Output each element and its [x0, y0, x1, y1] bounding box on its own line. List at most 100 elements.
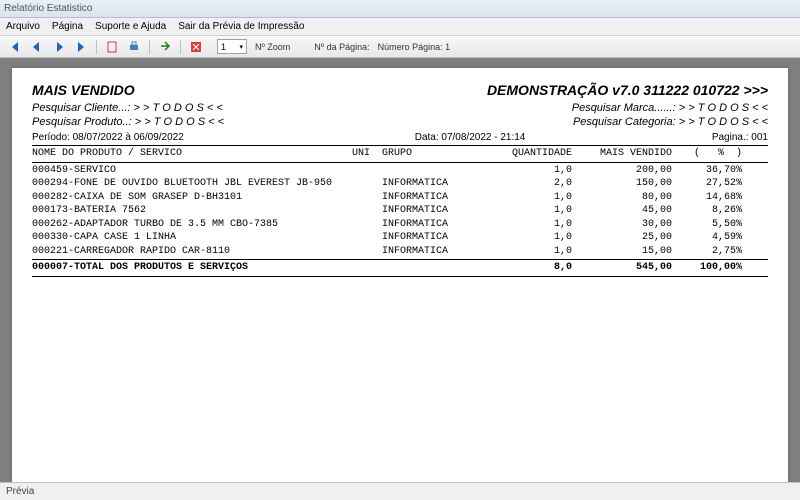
cell-group	[382, 164, 482, 178]
datetime-text: Data: 07/08/2022 - 21:14	[415, 132, 651, 143]
cell-pct: 27,52%	[672, 177, 742, 191]
cell-group: INFORMATICA	[382, 245, 482, 259]
total-qty: 8,0	[482, 261, 572, 275]
table-row: 000282-CAIXA DE SOM GRASEP D-BH3101 INFOR…	[32, 191, 768, 205]
divider	[32, 162, 768, 163]
cell-group: INFORMATICA	[382, 204, 482, 218]
divider	[32, 259, 768, 260]
col-pct: ( % )	[672, 147, 742, 161]
cell-product: 000221-CARREGADOR RAPIDO CAR-8110	[32, 245, 352, 259]
cell-qty: 1,0	[482, 218, 572, 232]
cell-qty: 1,0	[482, 231, 572, 245]
menu-sair[interactable]: Sair da Prévia de Impressão	[178, 21, 304, 32]
table-row: 000294-FONE DE OUVIDO BLUETOOTH JBL EVER…	[32, 177, 768, 191]
status-label: Prévia	[6, 486, 34, 497]
toolbar-separator	[149, 40, 150, 54]
zoom-value: 1	[221, 42, 226, 52]
cell-value: 150,00	[572, 177, 672, 191]
table-body: 000459-SERVICO1,0200,0036,70%000294-FONE…	[32, 164, 768, 259]
table-row: 000459-SERVICO 1,0200,0036,70%	[32, 164, 768, 178]
cell-qty: 1,0	[482, 191, 572, 205]
col-product: NOME DO PRODUTO / SERVICO	[32, 147, 352, 161]
zoom-input[interactable]: 1▾	[217, 39, 247, 54]
cell-group: INFORMATICA	[382, 231, 482, 245]
cell-value: 25,00	[572, 231, 672, 245]
divider	[32, 276, 768, 277]
cell-product: 000262-ADAPTADOR TURBO DE 3.5 MM CBO-738…	[32, 218, 352, 232]
cell-pct: 5,50%	[672, 218, 742, 232]
report-title: MAIS VENDIDO	[32, 82, 135, 98]
cell-qty: 2,0	[482, 177, 572, 191]
status-bar: Prévia	[0, 482, 800, 500]
filter-product: Pesquisar Produto..: > > T O D O S < <	[32, 116, 224, 128]
table-header: NOME DO PRODUTO / SERVICO UNI GRUPO QUAN…	[32, 147, 768, 161]
filter-category: Pesquisar Categoria: > > T O D O S < <	[573, 116, 768, 128]
close-preview-button[interactable]	[187, 39, 205, 55]
page-label: Nº da Página:	[314, 42, 369, 52]
nav-first-button[interactable]	[6, 39, 24, 55]
print-button[interactable]	[125, 39, 143, 55]
cell-qty: 1,0	[482, 245, 572, 259]
cell-product: 000173-BATERIA 7562	[32, 204, 352, 218]
page-value: Número Página: 1	[378, 42, 451, 52]
filter-client: Pesquisar Cliente...: > > T O D O S < <	[32, 102, 223, 114]
cell-uni	[352, 204, 382, 218]
nav-prev-button[interactable]	[28, 39, 46, 55]
cell-uni	[352, 177, 382, 191]
col-uni: UNI	[352, 147, 382, 161]
window-titlebar: Relatório Estatistico	[0, 0, 800, 18]
table-total-row: 000007-TOTAL DOS PRODUTOS E SERVIÇOS 8,0…	[32, 261, 768, 275]
table-row: 000330-CAPA CASE 1 LINHA INFORMATICA1,025…	[32, 231, 768, 245]
cell-uni	[352, 218, 382, 232]
toolbar-separator	[96, 40, 97, 54]
cell-pct: 2,75%	[672, 245, 742, 259]
export-button[interactable]	[156, 39, 174, 55]
cell-value: 80,00	[572, 191, 672, 205]
table-row: 000262-ADAPTADOR TURBO DE 3.5 MM CBO-738…	[32, 218, 768, 232]
cell-uni	[352, 191, 382, 205]
cell-group: INFORMATICA	[382, 191, 482, 205]
cell-qty: 1,0	[482, 164, 572, 178]
cell-uni	[352, 245, 382, 259]
cell-product: 000282-CAIXA DE SOM GRASEP D-BH3101	[32, 191, 352, 205]
cell-group: INFORMATICA	[382, 218, 482, 232]
toolbar-separator	[180, 40, 181, 54]
page-setup-button[interactable]	[103, 39, 121, 55]
cell-pct: 4,59%	[672, 231, 742, 245]
menu-pagina[interactable]: Página	[52, 21, 83, 32]
cell-value: 45,00	[572, 204, 672, 218]
cell-product: 000459-SERVICO	[32, 164, 352, 178]
col-group: GRUPO	[382, 147, 482, 161]
total-value: 545,00	[572, 261, 672, 275]
menu-arquivo[interactable]: Arquivo	[6, 21, 40, 32]
report-page: MAIS VENDIDO DEMONSTRAÇÃO v7.0 311222 01…	[12, 68, 788, 482]
cell-value: 15,00	[572, 245, 672, 259]
cell-pct: 36,70%	[672, 164, 742, 178]
total-label: 000007-TOTAL DOS PRODUTOS E SERVIÇOS	[32, 261, 352, 275]
nav-next-button[interactable]	[50, 39, 68, 55]
table-row: 000173-BATERIA 7562 INFORMATICA1,045,008,…	[32, 204, 768, 218]
window-title: Relatório Estatistico	[4, 3, 92, 14]
cell-value: 200,00	[572, 164, 672, 178]
zoom-label: Nº Zoom	[255, 42, 290, 52]
menu-bar: Arquivo Página Suporte e Ajuda Sair da P…	[0, 18, 800, 36]
report-version: DEMONSTRAÇÃO v7.0 311222 010722 >>>	[487, 82, 768, 98]
nav-last-button[interactable]	[72, 39, 90, 55]
period-text: Período: 08/07/2022 à 06/09/2022	[32, 132, 415, 143]
cell-group: INFORMATICA	[382, 177, 482, 191]
col-qty: QUANTIDADE	[482, 147, 572, 161]
cell-pct: 14,68%	[672, 191, 742, 205]
filter-brand: Pesquisar Marca......: > > T O D O S < <	[572, 102, 768, 114]
cell-pct: 8,26%	[672, 204, 742, 218]
page-number: Pagina.: 001	[650, 132, 768, 143]
cell-qty: 1,0	[482, 204, 572, 218]
menu-suporte[interactable]: Suporte e Ajuda	[95, 21, 166, 32]
cell-uni	[352, 231, 382, 245]
toolbar: 1▾ Nº Zoom Nº da Página: Número Página: …	[0, 36, 800, 58]
cell-uni	[352, 164, 382, 178]
col-value: MAIS VENDIDO	[572, 147, 672, 161]
dropdown-icon: ▾	[239, 43, 243, 51]
preview-area: MAIS VENDIDO DEMONSTRAÇÃO v7.0 311222 01…	[0, 58, 800, 482]
cell-product: 000330-CAPA CASE 1 LINHA	[32, 231, 352, 245]
cell-product: 000294-FONE DE OUVIDO BLUETOOTH JBL EVER…	[32, 177, 352, 191]
